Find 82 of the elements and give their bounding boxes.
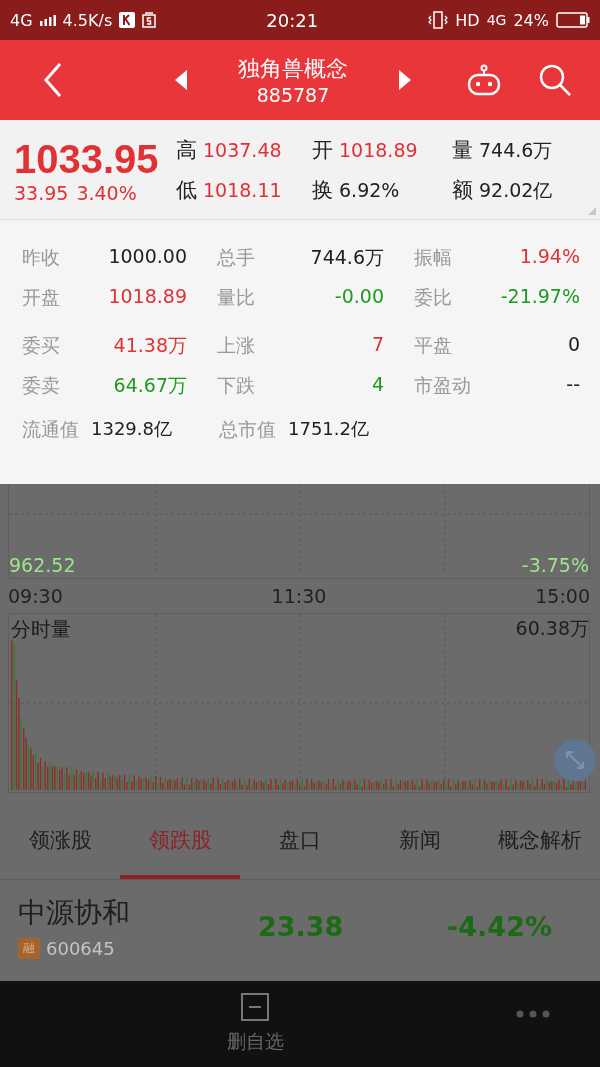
stock-row[interactable]: 中源协和 融 600645 23.38 -4.42% bbox=[0, 880, 600, 972]
detail-label: 开盘 bbox=[22, 285, 60, 310]
hd-label: HD bbox=[455, 10, 480, 30]
percent-axis-label: -3.75% bbox=[521, 554, 589, 576]
detail-label: 总市值 bbox=[219, 417, 276, 442]
vibrate-icon bbox=[428, 11, 449, 29]
detail-label: 委比 bbox=[414, 285, 452, 310]
detail-value: 1.94% bbox=[519, 245, 580, 269]
detail-label: 下跌 bbox=[217, 373, 255, 398]
stat-label: 额 bbox=[452, 176, 473, 204]
resize-corner-icon bbox=[588, 207, 596, 215]
left-triangle-icon[interactable] bbox=[174, 69, 188, 91]
detail-value: 1000.00 bbox=[108, 245, 187, 269]
tab[interactable]: 领跌股 bbox=[120, 805, 240, 879]
detail-label: 振幅 bbox=[414, 245, 452, 270]
network-speed: 4.5K/s bbox=[62, 10, 113, 30]
stat-label: 高 bbox=[176, 136, 197, 164]
detail-label: 总手 bbox=[217, 245, 255, 270]
detail-label: 市盈动 bbox=[414, 373, 471, 398]
price-change: 33.95 bbox=[14, 181, 69, 204]
remove-watchlist-button[interactable]: 删自选 bbox=[220, 992, 290, 1056]
stat-value: 744.6万 bbox=[479, 137, 553, 163]
stat-label: 量 bbox=[452, 136, 473, 164]
detail-value: 1329.8亿 bbox=[91, 417, 172, 441]
more-icon[interactable] bbox=[516, 1010, 550, 1018]
stock-title: 独角兽概念 bbox=[238, 55, 348, 83]
detail-value: 41.38万 bbox=[113, 333, 187, 358]
stat-value: 1018.89 bbox=[339, 138, 418, 161]
minus-square-icon bbox=[241, 993, 269, 1021]
detail-value: 1018.89 bbox=[108, 285, 187, 309]
detail-value: 1751.2亿 bbox=[288, 417, 369, 441]
detail-label: 流通值 bbox=[22, 417, 79, 442]
app-icon bbox=[142, 12, 157, 28]
battery-percent: 24% bbox=[513, 10, 549, 30]
clock: 20:21 bbox=[266, 9, 319, 31]
detail-label: 平盘 bbox=[414, 333, 452, 358]
volume-label: 分时量 bbox=[11, 616, 71, 643]
margin-badge: 融 bbox=[18, 937, 40, 959]
stat-label: 换 bbox=[312, 176, 333, 204]
tab[interactable]: 盘口 bbox=[240, 805, 360, 879]
detail-label: 量比 bbox=[217, 285, 255, 310]
stat-label: 低 bbox=[176, 176, 197, 204]
stock-code: 600645 bbox=[46, 937, 115, 959]
network-label: 4G bbox=[10, 10, 33, 30]
battery-icon bbox=[556, 12, 590, 28]
detail-value: 7 bbox=[371, 333, 384, 357]
tab[interactable]: 概念解析 bbox=[480, 805, 600, 879]
robot-icon[interactable] bbox=[466, 64, 502, 96]
stock-code: 885787 bbox=[256, 84, 330, 106]
price-axis-label: 962.52 bbox=[9, 554, 76, 576]
stock-change: -4.42% bbox=[446, 910, 553, 942]
app-icon bbox=[119, 12, 136, 28]
stock-price: 23.38 bbox=[258, 910, 345, 942]
detail-label: 委买 bbox=[22, 333, 60, 358]
time-axis-label: 11:30 bbox=[271, 585, 327, 607]
detail-value: -21.97% bbox=[500, 285, 580, 309]
detail-label: 上涨 bbox=[217, 333, 255, 358]
last-price: 1033.95 bbox=[14, 135, 160, 182]
stock-name: 中源协和 bbox=[18, 894, 131, 931]
detail-label: 昨收 bbox=[22, 245, 60, 270]
tab[interactable]: 新闻 bbox=[360, 805, 480, 879]
stat-value: 1037.48 bbox=[203, 138, 282, 161]
stat-value: 92.02亿 bbox=[479, 177, 553, 203]
tab[interactable]: 领涨股 bbox=[0, 805, 120, 879]
detail-value: -0.00 bbox=[334, 285, 384, 309]
volume-max-label: 60.38万 bbox=[515, 616, 589, 641]
detail-value: 0 bbox=[567, 333, 580, 357]
signal-icon bbox=[39, 14, 56, 26]
change-percent: 3.40% bbox=[76, 181, 137, 204]
detail-value: -- bbox=[566, 373, 580, 397]
stat-label: 开 bbox=[312, 136, 333, 164]
right-triangle-icon[interactable] bbox=[398, 69, 412, 91]
time-axis-label: 09:30 bbox=[8, 585, 63, 607]
detail-value: 744.6万 bbox=[310, 245, 384, 270]
network-label: 4G bbox=[486, 12, 507, 28]
detail-label: 委卖 bbox=[22, 373, 60, 398]
time-axis-label: 15:00 bbox=[535, 585, 590, 607]
search-icon[interactable] bbox=[538, 63, 572, 97]
detail-value: 4 bbox=[371, 373, 384, 397]
stat-value: 6.92% bbox=[339, 178, 400, 201]
detail-value: 64.67万 bbox=[113, 373, 187, 398]
stat-value: 1018.11 bbox=[203, 178, 282, 201]
